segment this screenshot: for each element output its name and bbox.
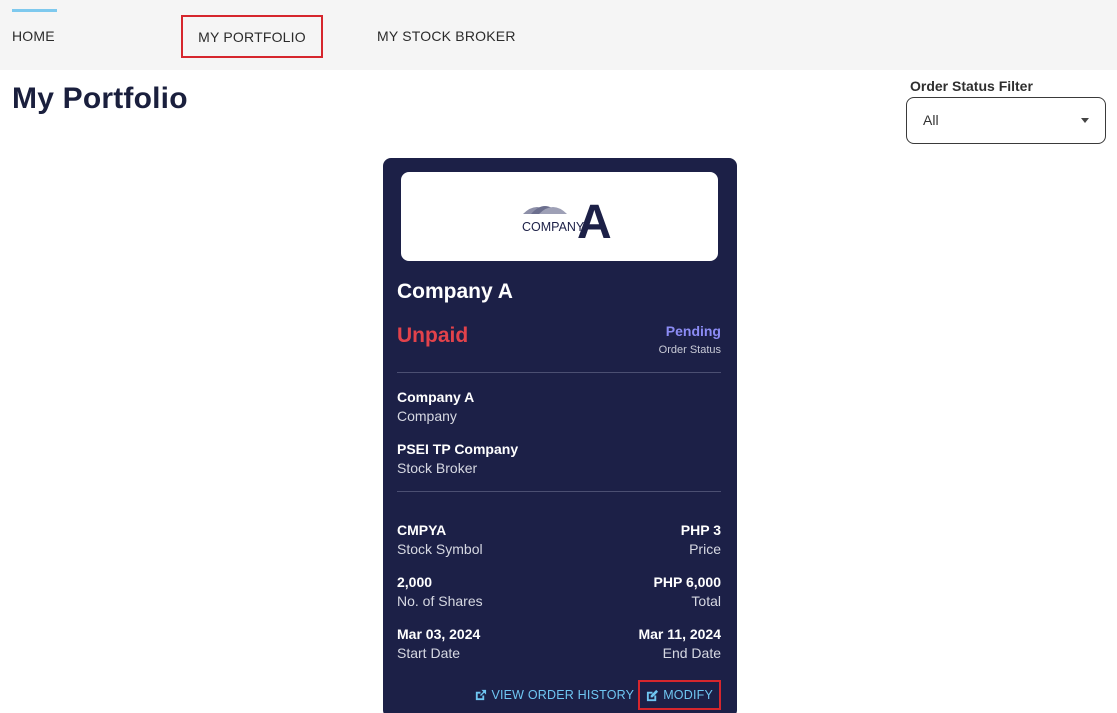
- page-title: My Portfolio: [12, 82, 188, 115]
- edit-icon: [647, 689, 659, 701]
- external-link-icon: [476, 689, 487, 700]
- modify-label: MODIFY: [663, 688, 713, 702]
- caret-down-icon: [1081, 118, 1089, 123]
- modify-button[interactable]: MODIFY: [638, 680, 721, 710]
- price-value: PHP 3: [680, 522, 721, 538]
- portfolio-card: COMPANY A Company A Unpaid Pending Order…: [383, 158, 737, 713]
- nav-my-stock-broker[interactable]: MY STOCK BROKER: [377, 28, 516, 44]
- stock-symbol-label: Stock Symbol: [397, 541, 483, 557]
- start-date-label: Start Date: [397, 645, 461, 661]
- card-actions: VIEW ORDER HISTORY MODIFY: [474, 680, 721, 710]
- total-label: Total: [691, 593, 721, 609]
- total-value: PHP 6,000: [653, 574, 721, 590]
- company-label: Company: [397, 408, 457, 424]
- order-status-filter-select[interactable]: All: [906, 97, 1106, 144]
- order-status-value: Pending: [665, 323, 721, 339]
- filter-selected-value: All: [923, 112, 939, 128]
- nav-home[interactable]: HOME: [12, 28, 55, 44]
- company-value: Company A: [397, 389, 475, 405]
- start-date-value: Mar 03, 2024: [397, 626, 481, 642]
- active-tab-indicator: [12, 9, 57, 12]
- card-company-name: Company A: [397, 280, 513, 303]
- divider: [397, 491, 721, 492]
- stock-symbol-value: CMPYA: [397, 522, 447, 538]
- shares-label: No. of Shares: [397, 593, 483, 609]
- company-logo-mark: COMPANY A: [522, 196, 612, 242]
- price-label: Price: [689, 541, 721, 557]
- broker-value: PSEI TP Company: [397, 441, 519, 457]
- logo-word: COMPANY: [522, 220, 585, 234]
- view-order-history-label: VIEW ORDER HISTORY: [491, 688, 635, 702]
- top-nav-bar: HOME MY PORTFOLIO MY STOCK BROKER: [0, 0, 1117, 70]
- logo-letter: A: [577, 196, 612, 242]
- end-date-value: Mar 11, 2024: [638, 626, 721, 642]
- order-status-filter-label: Order Status Filter: [910, 78, 1033, 94]
- nav-my-portfolio[interactable]: MY PORTFOLIO: [181, 15, 323, 58]
- end-date-label: End Date: [662, 645, 721, 661]
- view-order-history-button[interactable]: VIEW ORDER HISTORY: [474, 688, 634, 702]
- company-logo: COMPANY A: [401, 172, 718, 261]
- broker-label: Stock Broker: [397, 460, 478, 476]
- payment-status: Unpaid: [397, 324, 469, 347]
- shares-value: 2,000: [397, 574, 433, 590]
- order-status-label: Order Status: [658, 344, 721, 356]
- divider: [397, 372, 721, 373]
